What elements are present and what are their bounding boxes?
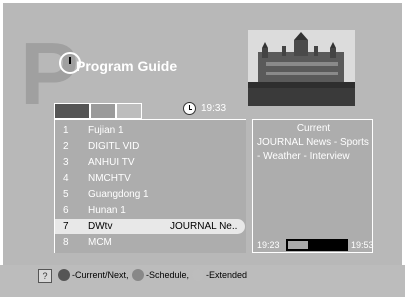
channel-number: 6 bbox=[63, 205, 69, 216]
channel-row[interactable]: 5 Guangdong 1 bbox=[55, 187, 245, 202]
channel-name: DIGITL VID bbox=[88, 141, 140, 152]
channel-name: Hunan 1 bbox=[88, 205, 126, 216]
channel-list: 1 Fujian 1 2 DIGITL VID 3 ANHUI TV 4 NMC… bbox=[54, 119, 246, 253]
channel-name: NMCHTV bbox=[88, 173, 131, 184]
program-description: JOURNAL News - Sports - Weather - Interv… bbox=[257, 137, 369, 162]
channel-row[interactable]: 4 NMCHTV bbox=[55, 171, 245, 186]
channel-row[interactable]: 6 Hunan 1 bbox=[55, 203, 245, 218]
yellow-key-icon bbox=[192, 269, 204, 281]
channel-program: JOURNAL Ne.. bbox=[170, 221, 238, 232]
channel-number: 1 bbox=[63, 125, 69, 136]
channel-number: 5 bbox=[63, 189, 69, 200]
channel-number: 7 bbox=[63, 221, 69, 232]
channel-name: ANHUI TV bbox=[88, 157, 135, 168]
channel-row[interactable]: 3 ANHUI TV bbox=[55, 155, 245, 170]
legend-schedule: -Schedule, bbox=[146, 270, 190, 280]
tab-3[interactable] bbox=[116, 103, 142, 119]
clock-icon bbox=[183, 102, 196, 115]
channel-row[interactable]: 1 Fujian 1 bbox=[55, 123, 245, 138]
tab-2[interactable] bbox=[90, 103, 116, 119]
channel-number: 4 bbox=[63, 173, 69, 184]
help-icon[interactable]: ? bbox=[38, 269, 52, 283]
channel-name: Guangdong 1 bbox=[88, 189, 149, 200]
tab-1[interactable] bbox=[54, 103, 90, 119]
start-time: 19:23 bbox=[257, 240, 280, 250]
channel-row-selected[interactable]: 7 DWtv JOURNAL Ne.. bbox=[55, 219, 245, 234]
channel-number: 3 bbox=[63, 157, 69, 168]
end-time: 19:53 bbox=[351, 240, 374, 250]
preview-image bbox=[248, 30, 355, 106]
program-info-panel: Current JOURNAL News - Sports - Weather … bbox=[252, 119, 374, 253]
green-key-icon bbox=[132, 269, 144, 281]
legend-current-next: -Current/Next, bbox=[72, 270, 129, 280]
channel-name: MCM bbox=[88, 237, 112, 248]
footer-legend: ? -Current/Next, -Schedule, -Extended bbox=[0, 265, 405, 297]
channel-name: DWtv bbox=[88, 221, 113, 232]
legend-extended: -Extended bbox=[206, 270, 248, 280]
red-key-icon bbox=[58, 269, 70, 281]
program-progress-bar bbox=[286, 239, 348, 251]
channel-row[interactable]: 8 MCM bbox=[55, 235, 245, 250]
channel-name: Fujian 1 bbox=[88, 125, 124, 136]
page-title: Program Guide bbox=[76, 58, 178, 74]
channel-row[interactable]: 2 DIGITL VID bbox=[55, 139, 245, 154]
program-progress-fill bbox=[288, 241, 309, 249]
info-title: Current bbox=[296, 123, 331, 134]
current-time: 19:33 bbox=[201, 103, 227, 114]
channel-number: 8 bbox=[63, 237, 69, 248]
tab-bar bbox=[54, 103, 142, 119]
channel-number: 2 bbox=[63, 141, 69, 152]
